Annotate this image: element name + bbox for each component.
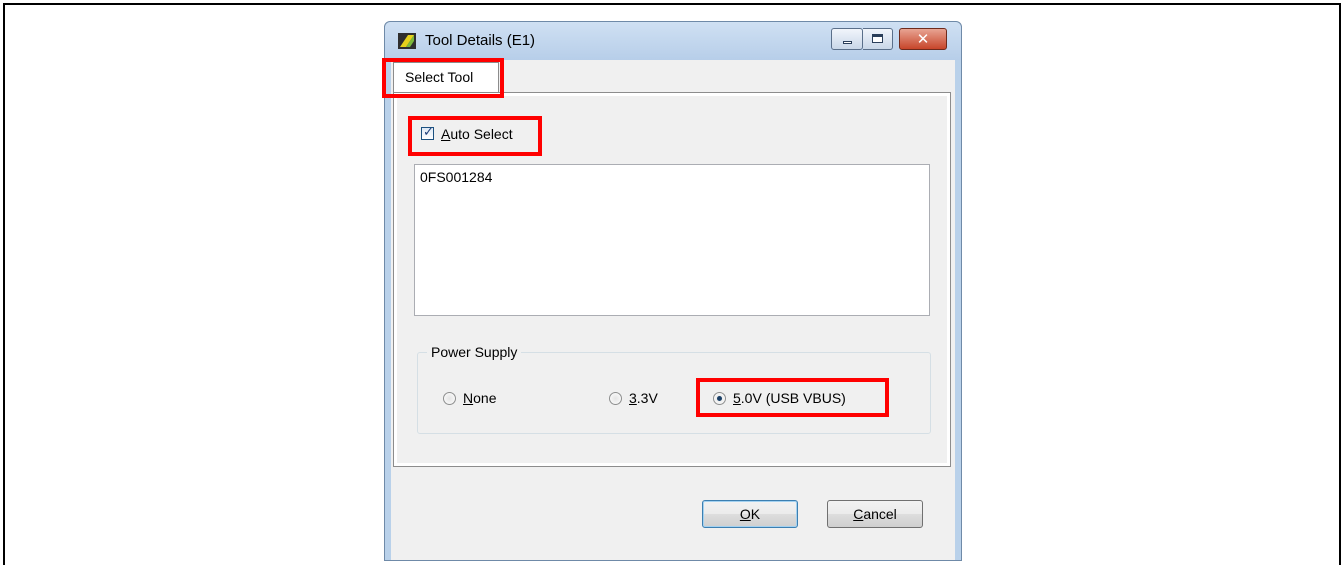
window-title: Tool Details (E1) bbox=[425, 32, 536, 49]
radio-circle[interactable] bbox=[443, 392, 456, 405]
minimize-button[interactable] bbox=[831, 28, 863, 50]
list-item[interactable]: 0FS001284 bbox=[420, 169, 492, 185]
tab-label: Select Tool bbox=[405, 69, 474, 85]
tool-details-window: Tool Details (E1) ✕ Select Tool ✓ Auto S… bbox=[384, 21, 962, 561]
maximize-button[interactable] bbox=[863, 28, 893, 50]
cancel-button[interactable]: Cancel bbox=[827, 500, 923, 528]
checkbox-box[interactable]: ✓ bbox=[421, 125, 434, 140]
maximize-icon bbox=[872, 34, 883, 43]
ok-button[interactable]: OK bbox=[702, 500, 798, 528]
radio-circle-selected[interactable] bbox=[713, 392, 726, 405]
radio-label-3-3v[interactable]: 3.3V bbox=[629, 390, 658, 406]
tab-select-tool[interactable]: Select Tool bbox=[393, 62, 499, 92]
radio-circle[interactable] bbox=[609, 392, 622, 405]
app-icon bbox=[398, 33, 416, 49]
radio-dot-icon bbox=[717, 396, 722, 401]
tool-listbox[interactable]: 0FS001284 bbox=[414, 164, 930, 316]
close-button[interactable]: ✕ bbox=[899, 28, 947, 50]
minimize-icon bbox=[843, 41, 852, 44]
dialog-client-area: Select Tool ✓ Auto Select 0FS001284 Powe… bbox=[391, 60, 955, 560]
radio-label-5-0v[interactable]: 5.0V (USB VBUS) bbox=[733, 390, 846, 406]
auto-select-label[interactable]: Auto Select bbox=[441, 126, 513, 142]
check-icon: ✓ bbox=[423, 125, 434, 140]
title-bar[interactable]: Tool Details (E1) ✕ bbox=[385, 22, 961, 60]
close-icon: ✕ bbox=[916, 30, 930, 48]
power-supply-legend: Power Supply bbox=[427, 344, 522, 360]
radio-label-none[interactable]: None bbox=[463, 390, 496, 406]
